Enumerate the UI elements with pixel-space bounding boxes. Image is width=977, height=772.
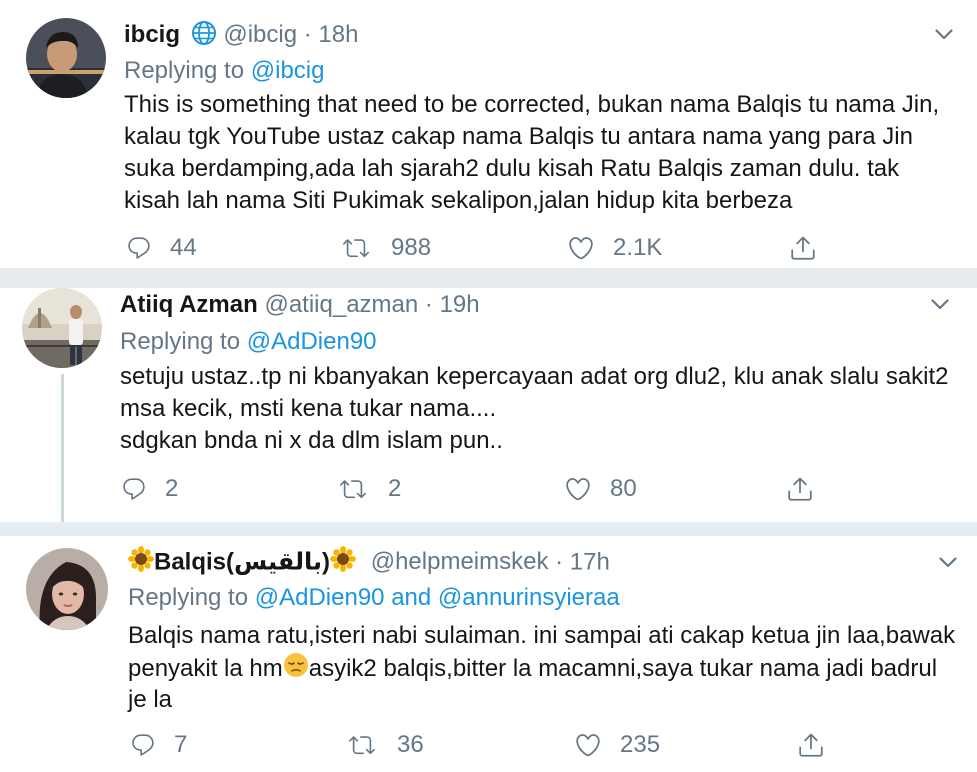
retweet-icon <box>343 235 369 261</box>
replying-to-label: Replying to <box>120 328 247 355</box>
divider <box>0 522 977 536</box>
text-line: kisah lah nama Siti Pukimak sekalipon,ja… <box>124 187 793 214</box>
retweet-icon <box>340 476 366 502</box>
like-button[interactable]: 80 <box>564 474 637 504</box>
tweet[interactable]: Balqis(بالقيس) @helpmeimskek · 17h Reply… <box>0 536 977 772</box>
tweet[interactable]: ibcig @ibcig · 18h Replying to @ibcig Th… <box>0 0 977 268</box>
handle[interactable]: @helpmeimskek <box>371 548 549 575</box>
handle[interactable]: @ibcig <box>223 21 297 48</box>
chevron-down-icon[interactable] <box>936 550 960 574</box>
reply-button[interactable]: 2 <box>121 474 178 504</box>
share-icon[interactable] <box>789 234 817 262</box>
reply-count: 7 <box>174 731 188 758</box>
replying-to-label: Replying to <box>124 57 251 84</box>
like-count: 235 <box>620 731 661 758</box>
share-icon[interactable] <box>786 475 814 503</box>
chevron-down-icon[interactable] <box>928 292 952 316</box>
retweet-button[interactable]: 988 <box>343 233 431 263</box>
text-line: msa kecik, msti kena tukar nama.... <box>120 395 497 422</box>
retweet-button[interactable]: 36 <box>349 730 424 760</box>
display-name[interactable]: ibcig <box>124 21 180 48</box>
retweet-count: 36 <box>397 731 424 758</box>
timestamp[interactable]: · 17h <box>555 548 610 575</box>
thread-line <box>61 374 64 522</box>
text-segment: asyik2 balqis,bitter la macamni,saya tuk… <box>308 654 938 682</box>
divider <box>0 268 977 288</box>
tweet-text: setuju ustaz..tp ni kbanyakan kepercayaa… <box>120 361 949 457</box>
share-icon[interactable] <box>797 731 825 759</box>
text-line: setuju ustaz..tp ni kbanyakan kepercayaa… <box>120 363 949 390</box>
globe-icon <box>191 20 217 54</box>
reply-button[interactable]: 44 <box>126 233 197 263</box>
like-button[interactable]: 235 <box>574 730 660 760</box>
replying-to: Replying to @AdDien90 <box>120 327 377 357</box>
heart-icon <box>567 234 595 262</box>
text-line: penyakit la hm asyik2 balqis,bitter la m… <box>128 652 955 684</box>
text-line: kalau tgk YouTube ustaz cakap nama Balqi… <box>124 123 913 150</box>
heart-icon <box>564 475 592 503</box>
mention-link[interactable]: @AdDien90 <box>247 328 377 355</box>
timestamp[interactable]: · 19h <box>425 291 480 318</box>
text-line: suka berdamping,ada lah sjarah2 dulu kis… <box>124 155 900 182</box>
sunflower-icon <box>330 546 357 580</box>
replying-to: Replying to @ibcig <box>124 56 324 86</box>
text-line: Balqis nama ratu,isteri nabi sulaiman. i… <box>128 622 956 649</box>
heart-icon <box>574 731 602 759</box>
text-line: sdgkan bnda ni x da dlm islam pun.. <box>120 427 503 454</box>
tweet[interactable]: Atiiq Azman @atiiq_azman · 19h Replying … <box>0 288 977 522</box>
reply-icon <box>130 732 156 758</box>
sunflower-icon <box>128 546 154 580</box>
text-line: This is something that need to be correc… <box>124 91 940 118</box>
display-name[interactable]: Atiiq Azman <box>120 291 258 318</box>
reply-icon <box>121 476 147 502</box>
tweet-text: Balqis nama ratu,isteri nabi sulaiman. i… <box>128 620 955 716</box>
tweet-header: Atiiq Azman @atiiq_azman · 19h <box>120 290 480 320</box>
reply-count: 2 <box>165 475 179 502</box>
replying-to-label: Replying to <box>128 584 255 611</box>
mention-link[interactable]: @AdDien90 and @annurinsyieraa <box>255 584 620 611</box>
replying-to: Replying to @AdDien90 and @annurinsyiera… <box>128 583 620 613</box>
mention-link[interactable]: @ibcig <box>251 57 325 84</box>
reply-icon <box>126 235 152 261</box>
tweet-text: This is something that need to be correc… <box>124 89 939 217</box>
reply-count: 44 <box>170 234 197 261</box>
like-count: 2.1K <box>613 234 663 261</box>
avatar[interactable] <box>26 18 106 98</box>
avatar[interactable] <box>22 288 102 368</box>
retweet-button[interactable]: 2 <box>340 474 401 504</box>
reply-button[interactable]: 7 <box>130 730 187 760</box>
chevron-down-icon[interactable] <box>932 22 956 46</box>
tweet-header: ibcig @ibcig · 18h <box>124 20 358 54</box>
handle[interactable]: @atiiq_azman <box>264 291 418 318</box>
avatar[interactable] <box>26 548 108 630</box>
retweet-count: 2 <box>388 475 402 502</box>
pensive-face-icon <box>283 652 309 687</box>
like-count: 80 <box>610 475 637 502</box>
text-segment: penyakit la hm <box>128 654 283 682</box>
tweet-header: Balqis(بالقيس) @helpmeimskek · 17h <box>128 546 610 580</box>
timestamp[interactable]: · 18h <box>304 21 359 48</box>
retweet-count: 988 <box>391 234 432 261</box>
like-button[interactable]: 2.1K <box>567 233 662 263</box>
retweet-icon <box>349 732 375 758</box>
display-name[interactable]: Balqis(بالقيس) <box>154 548 330 575</box>
text-line: je la <box>128 686 173 713</box>
